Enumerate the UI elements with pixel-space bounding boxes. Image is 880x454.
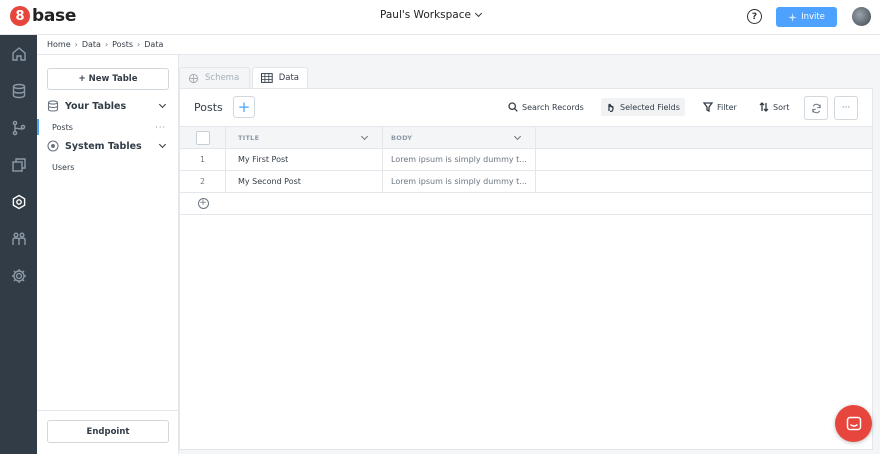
breadcrumb-data[interactable]: Data xyxy=(82,40,101,49)
table-item-users[interactable]: Users xyxy=(37,159,178,175)
breadcrumb-separator: › xyxy=(74,40,78,49)
chevron-down-icon xyxy=(158,100,167,109)
filter-button[interactable]: Filter xyxy=(698,98,742,116)
tab-label: Schema xyxy=(205,73,240,83)
grid-icon xyxy=(261,73,273,83)
pointer-icon xyxy=(608,103,614,112)
body-cell[interactable]: Lorem ipsum is simply dummy t... xyxy=(383,149,536,170)
select-all-cell xyxy=(180,127,226,148)
data-view: Posts + Search Records Selected Fields F… xyxy=(179,88,873,450)
tab-data[interactable]: Data xyxy=(252,67,308,88)
selected-fields-button[interactable]: Selected Fields xyxy=(601,98,685,116)
sort-icon xyxy=(759,102,769,112)
logo-text: base xyxy=(32,6,77,26)
chevron-down-icon[interactable] xyxy=(513,132,522,141)
table-item-posts[interactable]: Posts ··· xyxy=(37,119,178,135)
system-tables-header[interactable]: System Tables xyxy=(47,140,169,152)
table-title: Posts xyxy=(194,101,223,114)
sort-label: Sort xyxy=(773,102,790,112)
filter-label: Filter xyxy=(717,102,737,112)
search-records-label: Search Records xyxy=(522,102,584,112)
chevron-down-icon[interactable] xyxy=(360,132,369,141)
body-cell[interactable]: Lorem ipsum is simply dummy t... xyxy=(383,171,536,192)
select-all-checkbox[interactable] xyxy=(195,130,210,145)
avatar[interactable] xyxy=(852,7,871,26)
selected-fields-label: Selected Fields xyxy=(620,102,680,112)
column-header-label: TITLE xyxy=(238,133,260,142)
workspace-name: Paul's Workspace xyxy=(380,9,471,21)
records-grid: TITLE BODY 1 My First Post Lorem ipsum i… xyxy=(180,126,872,215)
home-icon[interactable] xyxy=(10,45,27,62)
column-header-title[interactable]: TITLE xyxy=(226,127,383,148)
chat-icon xyxy=(846,416,861,430)
breadcrumb: Home › Data › Posts › Data xyxy=(37,35,880,55)
title-cell[interactable]: My Second Post xyxy=(226,171,383,192)
grid-header: TITLE BODY xyxy=(180,126,872,149)
your-tables-label: Your Tables xyxy=(65,100,127,112)
breadcrumb-separator: › xyxy=(104,40,109,49)
tab-schema[interactable]: Schema xyxy=(179,67,250,88)
title-cell[interactable]: My First Post xyxy=(226,149,383,170)
chat-launcher-button[interactable] xyxy=(835,405,872,442)
team-icon[interactable] xyxy=(10,230,27,247)
system-icon xyxy=(47,140,59,152)
add-record-button[interactable]: + xyxy=(233,96,255,118)
sort-button[interactable]: Sort xyxy=(754,98,794,116)
breadcrumb-separator: › xyxy=(137,40,141,49)
row-number: 1 xyxy=(180,149,226,170)
row-number: 2 xyxy=(180,171,226,192)
endpoint-button[interactable]: Endpoint xyxy=(47,420,169,443)
search-icon xyxy=(508,102,518,112)
tab-label: Data xyxy=(278,73,299,83)
refresh-icon xyxy=(811,103,821,113)
branch-icon[interactable] xyxy=(10,119,27,136)
logo-badge: 8 xyxy=(10,6,30,26)
more-icon[interactable]: ··· xyxy=(155,123,166,132)
database-icon xyxy=(47,100,59,112)
table-item-label: Posts xyxy=(52,122,73,132)
column-header-label: BODY xyxy=(391,133,413,142)
sparkle-icon xyxy=(788,12,798,22)
add-row-icon[interactable]: + xyxy=(197,198,209,209)
add-row-cell: + xyxy=(180,193,226,214)
data-toolbar: Posts + Search Records Selected Fields F… xyxy=(180,89,872,125)
system-tables-label: System Tables xyxy=(65,140,142,152)
settings-network-icon[interactable] xyxy=(10,193,27,210)
chevron-down-icon xyxy=(158,140,167,149)
workspace-selector[interactable]: Paul's Workspace xyxy=(380,9,482,21)
tables-panel: + New Table Your Tables Posts ··· System… xyxy=(37,55,179,454)
search-records-button[interactable]: Search Records xyxy=(503,98,589,116)
new-table-button[interactable]: + New Table xyxy=(47,68,169,90)
column-header-body[interactable]: BODY xyxy=(383,127,536,148)
left-nav xyxy=(0,35,37,454)
table-item-label: Users xyxy=(52,162,75,172)
add-row: + xyxy=(180,193,872,215)
top-bar: 8 base Paul's Workspace ? Invite xyxy=(0,0,880,35)
schema-icon xyxy=(188,73,199,83)
gear-icon[interactable] xyxy=(10,267,27,284)
filter-icon xyxy=(703,102,713,112)
table-row[interactable]: 1 My First Post Lorem ipsum is simply du… xyxy=(180,149,872,171)
your-tables-header[interactable]: Your Tables xyxy=(47,100,169,112)
logo[interactable]: 8 base xyxy=(10,6,76,26)
help-icon[interactable]: ? xyxy=(747,9,762,24)
breadcrumb-home[interactable]: Home xyxy=(47,40,71,49)
refresh-button[interactable] xyxy=(804,96,828,120)
invite-label: Invite xyxy=(801,12,825,22)
divider xyxy=(37,410,178,411)
table-row[interactable]: 2 My Second Post Lorem ipsum is simply d… xyxy=(180,171,872,193)
breadcrumb-current: Data xyxy=(144,40,164,49)
chevron-down-icon xyxy=(474,9,482,18)
database-icon[interactable] xyxy=(10,82,27,99)
layers-icon[interactable] xyxy=(10,156,27,173)
breadcrumb-posts[interactable]: Posts xyxy=(112,40,133,49)
invite-button[interactable]: Invite xyxy=(776,7,837,27)
more-options-button[interactable]: ··· xyxy=(834,96,858,120)
